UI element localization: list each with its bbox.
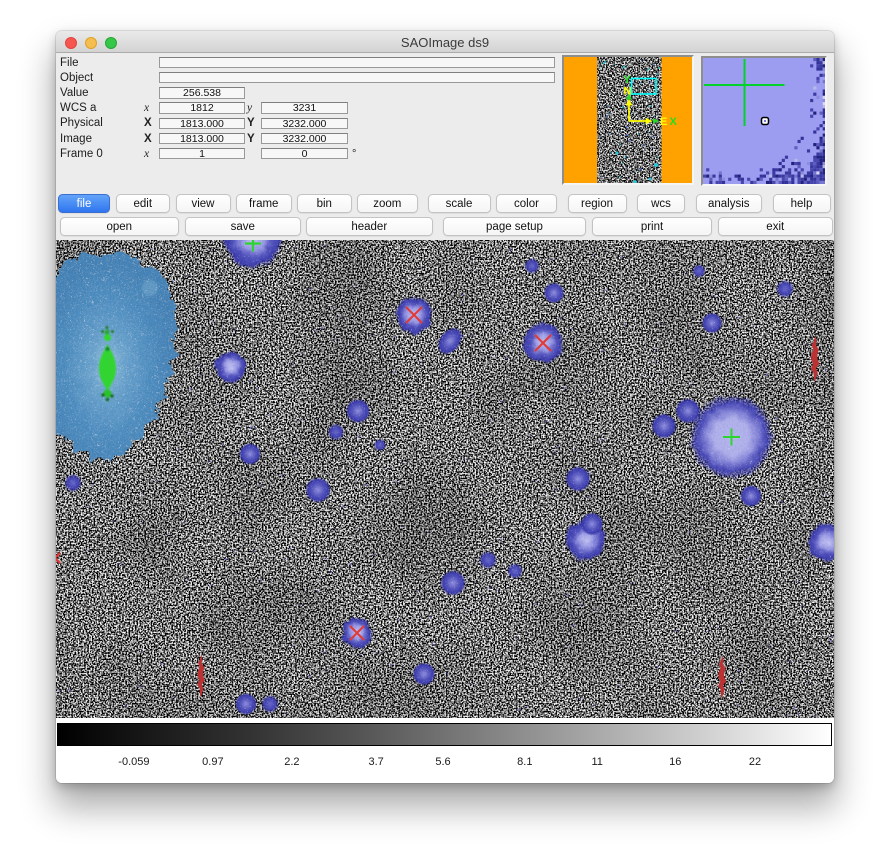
svg-text:N: N: [624, 86, 632, 98]
svg-text:X: X: [670, 116, 678, 128]
svg-text:Y: Y: [623, 74, 631, 86]
svg-text:E: E: [660, 116, 667, 128]
